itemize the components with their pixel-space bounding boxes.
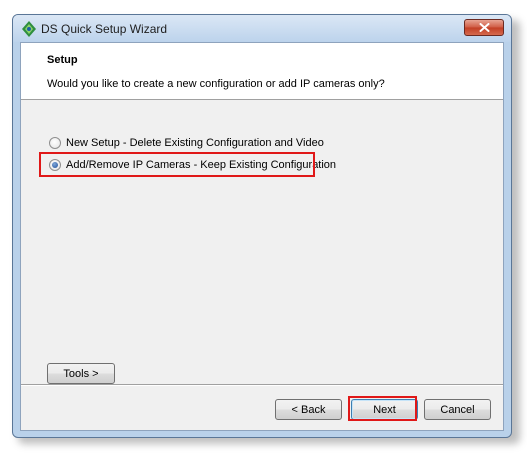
- wizard-content: Setup Would you like to create a new con…: [20, 42, 504, 431]
- option-new-setup[interactable]: New Setup - Delete Existing Configuratio…: [49, 135, 324, 151]
- wizard-window: DS Quick Setup Wizard Setup Would you li…: [12, 14, 512, 438]
- wizard-header: Setup Would you like to create a new con…: [21, 43, 503, 100]
- back-button[interactable]: < Back: [275, 399, 342, 420]
- close-icon: [479, 23, 490, 32]
- page-title: Setup: [47, 54, 78, 66]
- footer-separator: [21, 384, 503, 386]
- page-subtitle: Would you like to create a new configura…: [47, 78, 385, 90]
- tools-button[interactable]: Tools >: [47, 363, 115, 384]
- close-button[interactable]: [464, 19, 504, 36]
- highlight-box-next: [348, 396, 417, 421]
- radio-new-setup[interactable]: [49, 137, 61, 149]
- window-title: DS Quick Setup Wizard: [41, 22, 168, 36]
- app-logo-icon: [22, 21, 36, 37]
- highlight-box-option: [39, 152, 315, 177]
- option-label: New Setup - Delete Existing Configuratio…: [66, 137, 324, 149]
- cancel-button[interactable]: Cancel: [424, 399, 491, 420]
- title-bar[interactable]: DS Quick Setup Wizard: [13, 15, 511, 42]
